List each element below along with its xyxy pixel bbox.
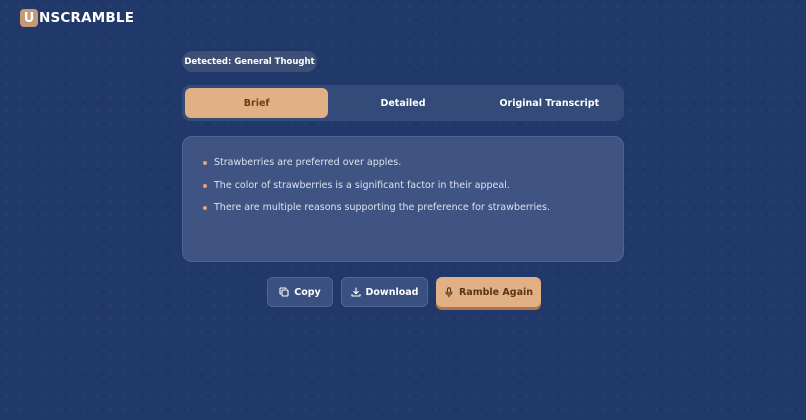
- download-button[interactable]: Download: [341, 277, 428, 307]
- summary-bullet-text: The color of strawberries is a significa…: [214, 179, 510, 191]
- action-bar: Copy Download Ramble Again: [267, 277, 541, 307]
- copy-icon: [279, 287, 289, 297]
- bullet-dot-icon: [203, 206, 207, 210]
- download-icon: [350, 287, 361, 297]
- summary-card: Strawberries are preferred over apples. …: [182, 136, 624, 262]
- detected-category-badge: Detected: General Thought: [182, 51, 317, 72]
- logo-text: NSCRAMBLE: [39, 10, 135, 26]
- bullet-dot-icon: [203, 183, 207, 188]
- ramble-again-button[interactable]: Ramble Again: [436, 277, 541, 307]
- tab-original-transcript[interactable]: Original Transcript: [478, 88, 621, 118]
- logo-mark: U: [20, 9, 38, 27]
- download-button-label: Download: [365, 286, 419, 298]
- bullet-dot-icon: [203, 161, 207, 165]
- ramble-again-button-label: Ramble Again: [458, 286, 533, 298]
- summary-tabs: Brief Detailed Original Transcript: [182, 85, 624, 121]
- tab-detailed[interactable]: Detailed: [331, 88, 474, 118]
- summary-bullet: There are multiple reasons supporting th…: [203, 202, 605, 214]
- summary-bullet-text: There are multiple reasons supporting th…: [214, 202, 550, 213]
- summary-bullet: Strawberries are preferred over apples.: [203, 157, 605, 169]
- microphone-icon: [444, 286, 454, 298]
- summary-bullet-text: Strawberries are preferred over apples.: [214, 157, 402, 168]
- app-logo[interactable]: U NSCRAMBLE: [20, 9, 134, 27]
- summary-bullet-list: Strawberries are preferred over apples. …: [203, 157, 605, 214]
- copy-button-label: Copy: [294, 286, 321, 298]
- tab-brief[interactable]: Brief: [185, 88, 329, 118]
- summary-bullet: The color of strawberries is a significa…: [203, 180, 605, 192]
- copy-button[interactable]: Copy: [267, 277, 333, 307]
